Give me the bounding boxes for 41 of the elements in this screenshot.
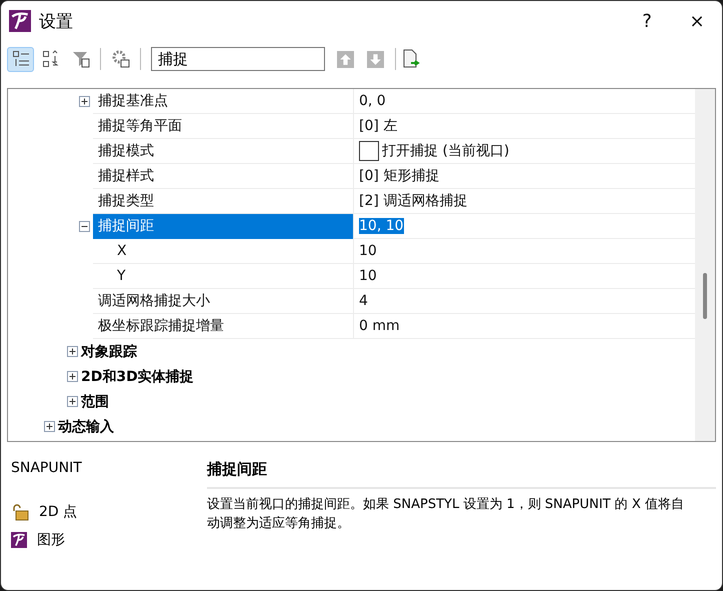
lock-icon (11, 503, 29, 521)
property-value[interactable]: [0] 矩形捕捉 (359, 167, 440, 185)
variable-name: SNAPUNIT (11, 460, 83, 476)
group-label[interactable]: 2D和3D实体捕捉 (81, 368, 194, 386)
filter-icon (72, 50, 90, 68)
settings-icon (112, 50, 130, 68)
close-button[interactable]: × (672, 1, 722, 41)
property-value[interactable]: [0] 左 (359, 117, 398, 135)
description-text: 设置当前视口的捕捉间距。如果 SNAPSTYL 设置为 1，则 SNAPUNIT 的 X 值将自动调整为适应等角捕捉。 (207, 496, 685, 533)
property-value[interactable]: 10, 10 (359, 218, 404, 234)
property-name[interactable]: 捕捉间距 (93, 214, 353, 239)
checkbox[interactable] (359, 141, 379, 161)
property-value[interactable]: 0, 0 (359, 93, 386, 109)
help-button[interactable]: ? (622, 1, 672, 41)
attribute-label: 2D 点 (39, 503, 78, 521)
collapse-icon[interactable] (79, 221, 90, 232)
property-value[interactable]: 0 mm (359, 318, 400, 334)
group-label[interactable]: 范围 (81, 392, 109, 410)
group-label[interactable]: 对象跟踪 (81, 342, 137, 360)
description-title: 捕捉间距 (207, 460, 716, 489)
expand-icon[interactable] (79, 96, 90, 107)
expand-icon[interactable] (67, 396, 78, 407)
toolbar-button[interactable] (7, 46, 34, 72)
expand-icon[interactable] (44, 421, 55, 432)
group-label[interactable]: 动态输入 (58, 418, 114, 436)
property-value[interactable]: [2] 调适网格捕捉 (359, 192, 468, 210)
sort-icon (42, 50, 60, 68)
property-value[interactable]: 10 (359, 243, 377, 259)
property-value[interactable]: 打开捕捉 (当前视口) (382, 142, 510, 160)
attribute-label: 图形 (37, 531, 65, 549)
window-title: 设置 (39, 10, 74, 32)
app-logo-icon (11, 532, 27, 548)
expand-icon[interactable] (67, 346, 78, 357)
categorized-view-icon (12, 50, 30, 68)
export-icon[interactable] (402, 49, 420, 69)
app-logo-icon (9, 10, 31, 32)
search-field[interactable]: 捕捉 (151, 47, 325, 71)
property-value[interactable]: 10 (359, 268, 377, 284)
expand-icon[interactable] (67, 371, 78, 382)
scrollbar-thumb[interactable] (703, 273, 707, 319)
property-value[interactable]: 4 (359, 293, 368, 309)
